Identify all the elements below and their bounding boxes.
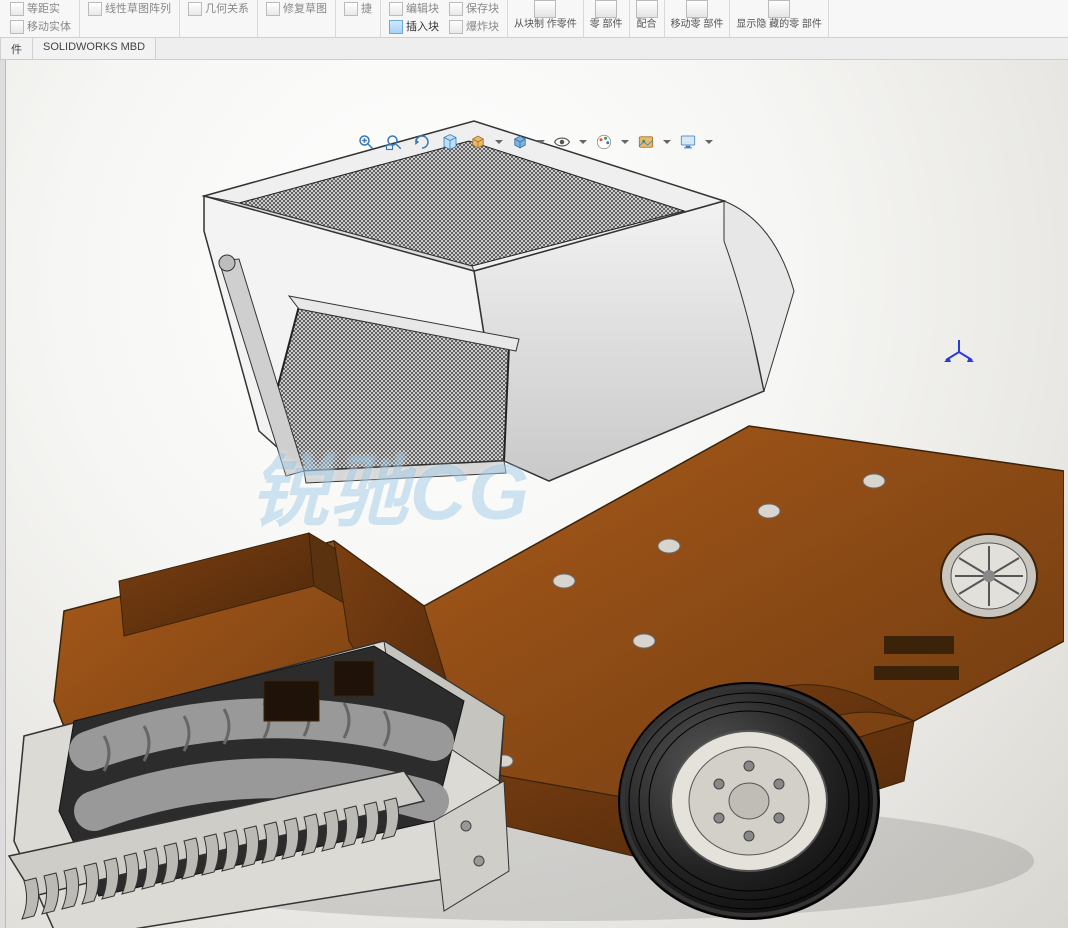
make-part-from-block-button[interactable]: 从块制 作零件 bbox=[508, 0, 584, 37]
command-manager-tabbar: 件 SOLIDWORKS MBD bbox=[0, 38, 1068, 60]
geometry-relation-icon bbox=[188, 2, 202, 16]
view-orientation-button[interactable] bbox=[467, 131, 489, 153]
display-style-dropdown[interactable] bbox=[537, 131, 545, 153]
ribbon-group-pattern: 线性草图阵列 bbox=[80, 0, 180, 37]
part-icon bbox=[595, 0, 617, 18]
equal-distance-label: 等距实 bbox=[27, 2, 60, 16]
snap-icon bbox=[344, 2, 358, 16]
save-block-button[interactable]: 保存块 bbox=[445, 0, 503, 18]
graphics-viewport[interactable]: 锐驰CG bbox=[0, 60, 1068, 928]
hide-show-dropdown[interactable] bbox=[579, 131, 587, 153]
previous-view-button[interactable] bbox=[411, 131, 433, 153]
harvester-model bbox=[4, 81, 1064, 928]
insert-block-label: 插入块 bbox=[406, 20, 439, 34]
explode-block-label: 爆炸块 bbox=[466, 20, 499, 34]
edit-appearance-button[interactable] bbox=[593, 131, 615, 153]
move-entity-button[interactable]: 移动实体 bbox=[6, 18, 75, 36]
show-hide-components-button[interactable]: 显示隐 藏的零 部件 bbox=[730, 0, 829, 37]
ribbon-command-bar: 等距实 移动实体 线性草图阵列 几何关系 修复草图 捷 编辑块 保存块 插入块 … bbox=[0, 0, 1068, 38]
origin-triad-icon bbox=[942, 338, 976, 366]
equal-distance-button[interactable]: 等距实 bbox=[6, 0, 64, 18]
heads-up-view-toolbar bbox=[349, 128, 719, 156]
repair-sketch-label: 修复草图 bbox=[283, 2, 327, 16]
watermark-text: 锐驰CG bbox=[250, 430, 531, 542]
show-hide-components-icon bbox=[768, 0, 790, 18]
save-block-label: 保存块 bbox=[466, 2, 499, 16]
move-component-button[interactable]: 移动零 部件 bbox=[665, 0, 731, 37]
tab-features[interactable]: 件 bbox=[0, 38, 33, 59]
monitor-icon bbox=[679, 133, 697, 151]
snap-button[interactable]: 捷 bbox=[340, 0, 376, 18]
part-label: 零 部件 bbox=[590, 19, 623, 30]
explode-block-button[interactable]: 爆炸块 bbox=[445, 18, 503, 36]
previous-view-icon bbox=[413, 133, 431, 151]
edit-appearance-dropdown[interactable] bbox=[621, 131, 629, 153]
display-style-icon bbox=[511, 133, 529, 151]
explode-block-icon bbox=[449, 20, 463, 34]
move-entity-label: 移动实体 bbox=[27, 20, 71, 34]
mate-label: 配合 bbox=[637, 19, 657, 30]
view-orientation-dropdown[interactable] bbox=[495, 131, 503, 153]
edit-block-button[interactable]: 编辑块 bbox=[385, 0, 443, 18]
repair-sketch-button[interactable]: 修复草图 bbox=[262, 0, 331, 18]
save-block-icon bbox=[449, 2, 463, 16]
part-button[interactable]: 零 部件 bbox=[584, 0, 630, 37]
zoom-to-area-icon bbox=[385, 133, 403, 151]
edit-block-label: 编辑块 bbox=[406, 2, 439, 16]
zoom-to-fit-button[interactable] bbox=[355, 131, 377, 153]
insert-block-button[interactable]: 插入块 bbox=[385, 18, 443, 36]
view-orientation-icon bbox=[469, 133, 487, 151]
palette-icon bbox=[595, 133, 613, 151]
view-settings-dropdown[interactable] bbox=[705, 131, 713, 153]
ribbon-group-repair: 修复草图 bbox=[258, 0, 336, 37]
section-view-button[interactable] bbox=[439, 131, 461, 153]
snap-label: 捷 bbox=[361, 2, 372, 16]
equal-distance-icon bbox=[10, 2, 24, 16]
ribbon-group-relations: 几何关系 bbox=[180, 0, 258, 37]
move-component-label: 移动零 部件 bbox=[671, 19, 724, 30]
viewport-left-gutter bbox=[0, 60, 6, 928]
ribbon-group-constraints: 等距实 移动实体 bbox=[2, 0, 80, 37]
linear-pattern-icon bbox=[88, 2, 102, 16]
show-hide-components-label: 显示隐 藏的零 部件 bbox=[736, 19, 822, 30]
zoom-to-area-button[interactable] bbox=[383, 131, 405, 153]
tab-solidworks-mbd[interactable]: SOLIDWORKS MBD bbox=[33, 38, 156, 59]
make-part-from-block-label: 从块制 作零件 bbox=[514, 19, 577, 30]
mate-icon bbox=[636, 0, 658, 18]
section-view-icon bbox=[441, 133, 459, 151]
make-part-from-block-icon bbox=[534, 0, 556, 18]
scene-icon bbox=[637, 133, 655, 151]
display-style-button[interactable] bbox=[509, 131, 531, 153]
ribbon-group-blocks: 编辑块 保存块 插入块 爆炸块 bbox=[381, 0, 508, 37]
insert-block-icon bbox=[389, 20, 403, 34]
linear-sketch-pattern-button[interactable]: 线性草图阵列 bbox=[84, 0, 175, 18]
move-entity-icon bbox=[10, 20, 24, 34]
eye-icon bbox=[553, 133, 571, 151]
apply-scene-dropdown[interactable] bbox=[663, 131, 671, 153]
geometry-relation-label: 几何关系 bbox=[205, 2, 249, 16]
zoom-to-fit-icon bbox=[357, 133, 375, 151]
ribbon-group-snap: 捷 bbox=[336, 0, 381, 37]
move-component-icon bbox=[686, 0, 708, 18]
repair-sketch-icon bbox=[266, 2, 280, 16]
mate-button[interactable]: 配合 bbox=[630, 0, 665, 37]
view-settings-button[interactable] bbox=[677, 131, 699, 153]
apply-scene-button[interactable] bbox=[635, 131, 657, 153]
edit-block-icon bbox=[389, 2, 403, 16]
hide-show-items-button[interactable] bbox=[551, 131, 573, 153]
linear-pattern-label: 线性草图阵列 bbox=[105, 2, 171, 16]
geometry-relation-button[interactable]: 几何关系 bbox=[184, 0, 253, 18]
